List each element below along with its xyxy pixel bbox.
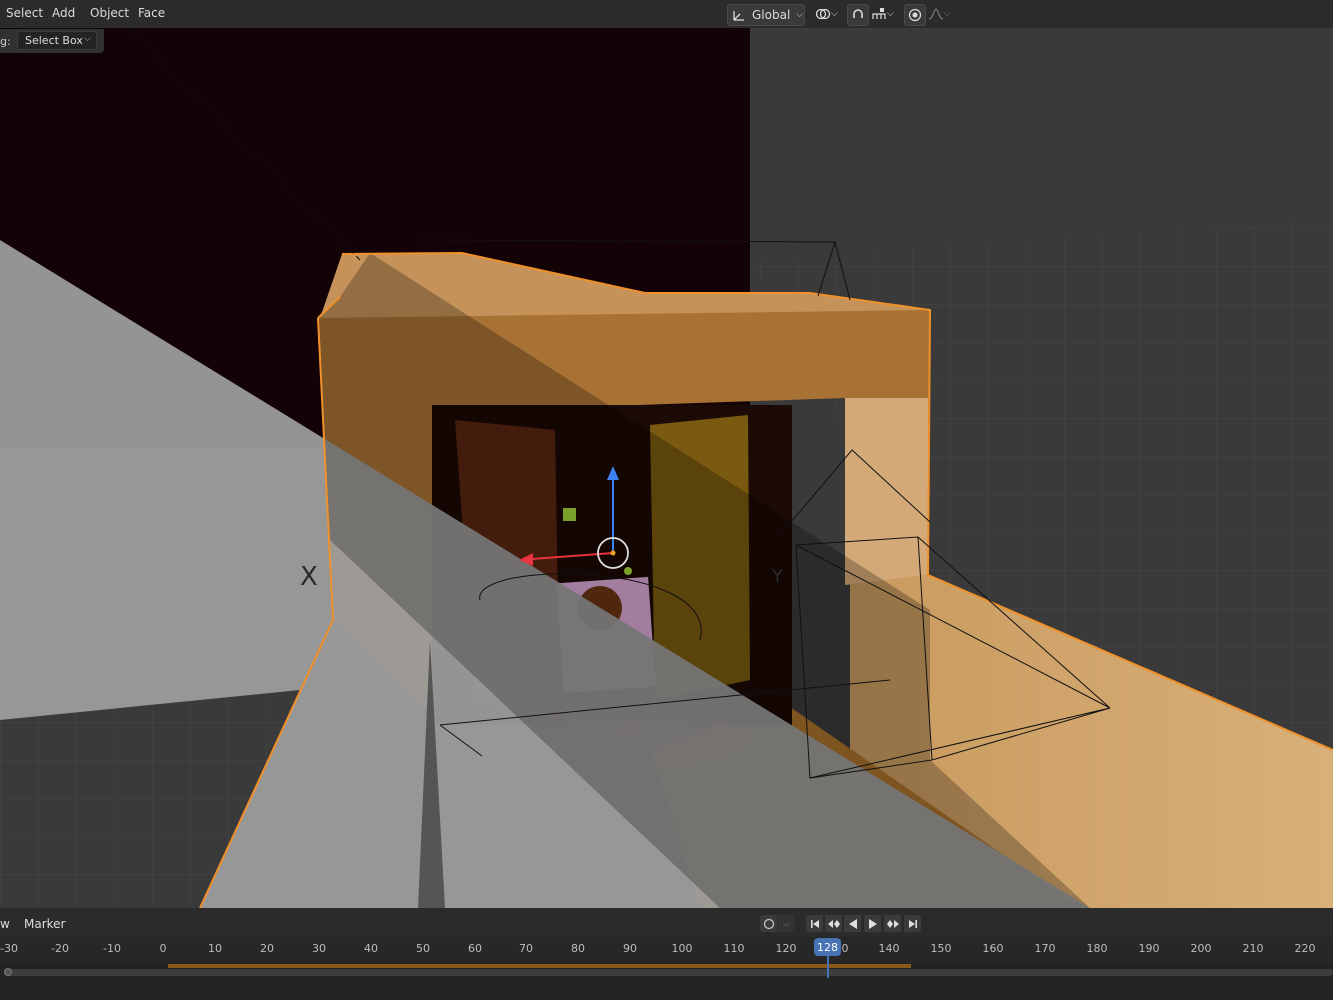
tool-options-panel: g: Select Box ⌵	[0, 29, 104, 53]
frame-tick: 50	[416, 942, 430, 955]
proportional-edit-icon	[908, 8, 922, 22]
frame-tick: 170	[1034, 942, 1056, 955]
prev-keyframe-icon	[827, 918, 841, 930]
viewport-header: Select Add Object Face Global ⌵ ⌵ ⌵ ⌵	[0, 0, 1333, 29]
pivot-icon	[815, 7, 831, 21]
chevron-down-icon: ⌵	[944, 9, 951, 19]
menu-object[interactable]: Object	[90, 6, 129, 20]
frame-tick: 180	[1086, 942, 1108, 955]
auto-keying-toggle[interactable]	[760, 915, 777, 932]
chevron-down-icon: ⌵	[796, 10, 804, 20]
jump-end-button[interactable]	[904, 915, 921, 932]
3d-viewport[interactable]: X Y	[0, 28, 1333, 908]
frame-tick: 10	[208, 942, 222, 955]
frame-tick: 200	[1190, 942, 1212, 955]
frame-tick: -30	[0, 942, 18, 955]
record-icon	[763, 918, 775, 930]
frame-tick: 60	[468, 942, 482, 955]
menu-add[interactable]: Add	[52, 6, 75, 20]
frame-ruler[interactable]: -30 -20 -10 0 10 20 30 40 50 60 70 80 90…	[0, 937, 1333, 963]
snap-icon	[851, 8, 865, 22]
frame-tick: 140	[878, 942, 900, 955]
green-dot	[624, 567, 632, 575]
playhead-line[interactable]	[827, 956, 829, 978]
play-reverse-button[interactable]	[844, 915, 861, 932]
chevron-down-icon: ⌵	[782, 918, 790, 928]
play-reverse-icon	[847, 918, 859, 930]
select-mode-label: Select Box	[25, 34, 83, 47]
orientation-label: Global	[752, 8, 791, 22]
proportional-edit-toggle[interactable]	[904, 4, 926, 26]
chevron-down-icon: ⌵	[831, 9, 838, 19]
frame-tick: -10	[103, 942, 121, 955]
timeline-scrollbar[interactable]	[4, 969, 1333, 976]
frame-tick: -20	[51, 942, 69, 955]
transform-orientation-dropdown[interactable]: Global ⌵	[727, 4, 805, 26]
current-frame-indicator[interactable]: 128	[814, 938, 841, 956]
play-icon	[867, 918, 879, 930]
frame-tick: 120	[775, 942, 797, 955]
frame-tick: 110	[723, 942, 745, 955]
jump-end-icon	[907, 918, 919, 930]
frame-tick: 30	[312, 942, 326, 955]
falloff-icon	[928, 7, 944, 21]
axis-x-label: X	[300, 562, 318, 592]
viewport-scene: X Y	[0, 28, 1333, 908]
scrollbar-handle[interactable]	[4, 968, 12, 976]
play-button[interactable]	[864, 915, 881, 932]
room-side	[845, 398, 928, 585]
falloff-dropdown[interactable]: ⌵	[926, 4, 956, 24]
frame-tick: 90	[623, 942, 637, 955]
prev-keyframe-button[interactable]	[825, 915, 842, 932]
frame-tick: 70	[519, 942, 533, 955]
frame-tick: 0	[159, 942, 167, 955]
frame-tick: 100	[671, 942, 693, 955]
green-marker	[563, 508, 576, 521]
transform-orientation-icon	[732, 8, 746, 22]
frame-tick: 210	[1242, 942, 1264, 955]
next-keyframe-button[interactable]	[884, 915, 901, 932]
timeline-editor: w Marker ⌵ -30 -20 -10 0 10 20 30 40 50 …	[0, 908, 1333, 1000]
menu-view[interactable]: w	[0, 917, 10, 931]
frame-tick: 160	[982, 942, 1004, 955]
frame-tick: 80	[571, 942, 585, 955]
keying-dropdown[interactable]: ⌵	[778, 915, 794, 932]
menu-face[interactable]: Face	[138, 6, 165, 20]
jump-start-button[interactable]	[806, 915, 823, 932]
snap-target-icon	[871, 7, 887, 21]
frame-tick: 150	[930, 942, 952, 955]
pivot-point-dropdown[interactable]: ⌵	[812, 4, 842, 24]
menu-marker[interactable]: Marker	[24, 917, 65, 931]
select-mode-dropdown[interactable]: Select Box ⌵	[17, 31, 97, 50]
menu-select[interactable]: Select	[6, 6, 43, 20]
chevron-down-icon: ⌵	[84, 34, 91, 44]
frame-tick: 190	[1138, 942, 1160, 955]
frame-tick: 220	[1294, 942, 1316, 955]
snap-toggle[interactable]	[847, 4, 869, 26]
frame-tick: 20	[260, 942, 274, 955]
snap-target-dropdown[interactable]: ⌵	[869, 4, 899, 24]
tool-options-label: g:	[0, 35, 11, 48]
frame-range-bar	[168, 964, 911, 968]
jump-start-icon	[809, 918, 821, 930]
axis-y-label: Y	[771, 566, 784, 587]
next-keyframe-icon	[886, 918, 900, 930]
timeline-header: w Marker ⌵	[0, 908, 1333, 937]
chevron-down-icon: ⌵	[887, 9, 894, 19]
frame-tick: 40	[364, 942, 378, 955]
